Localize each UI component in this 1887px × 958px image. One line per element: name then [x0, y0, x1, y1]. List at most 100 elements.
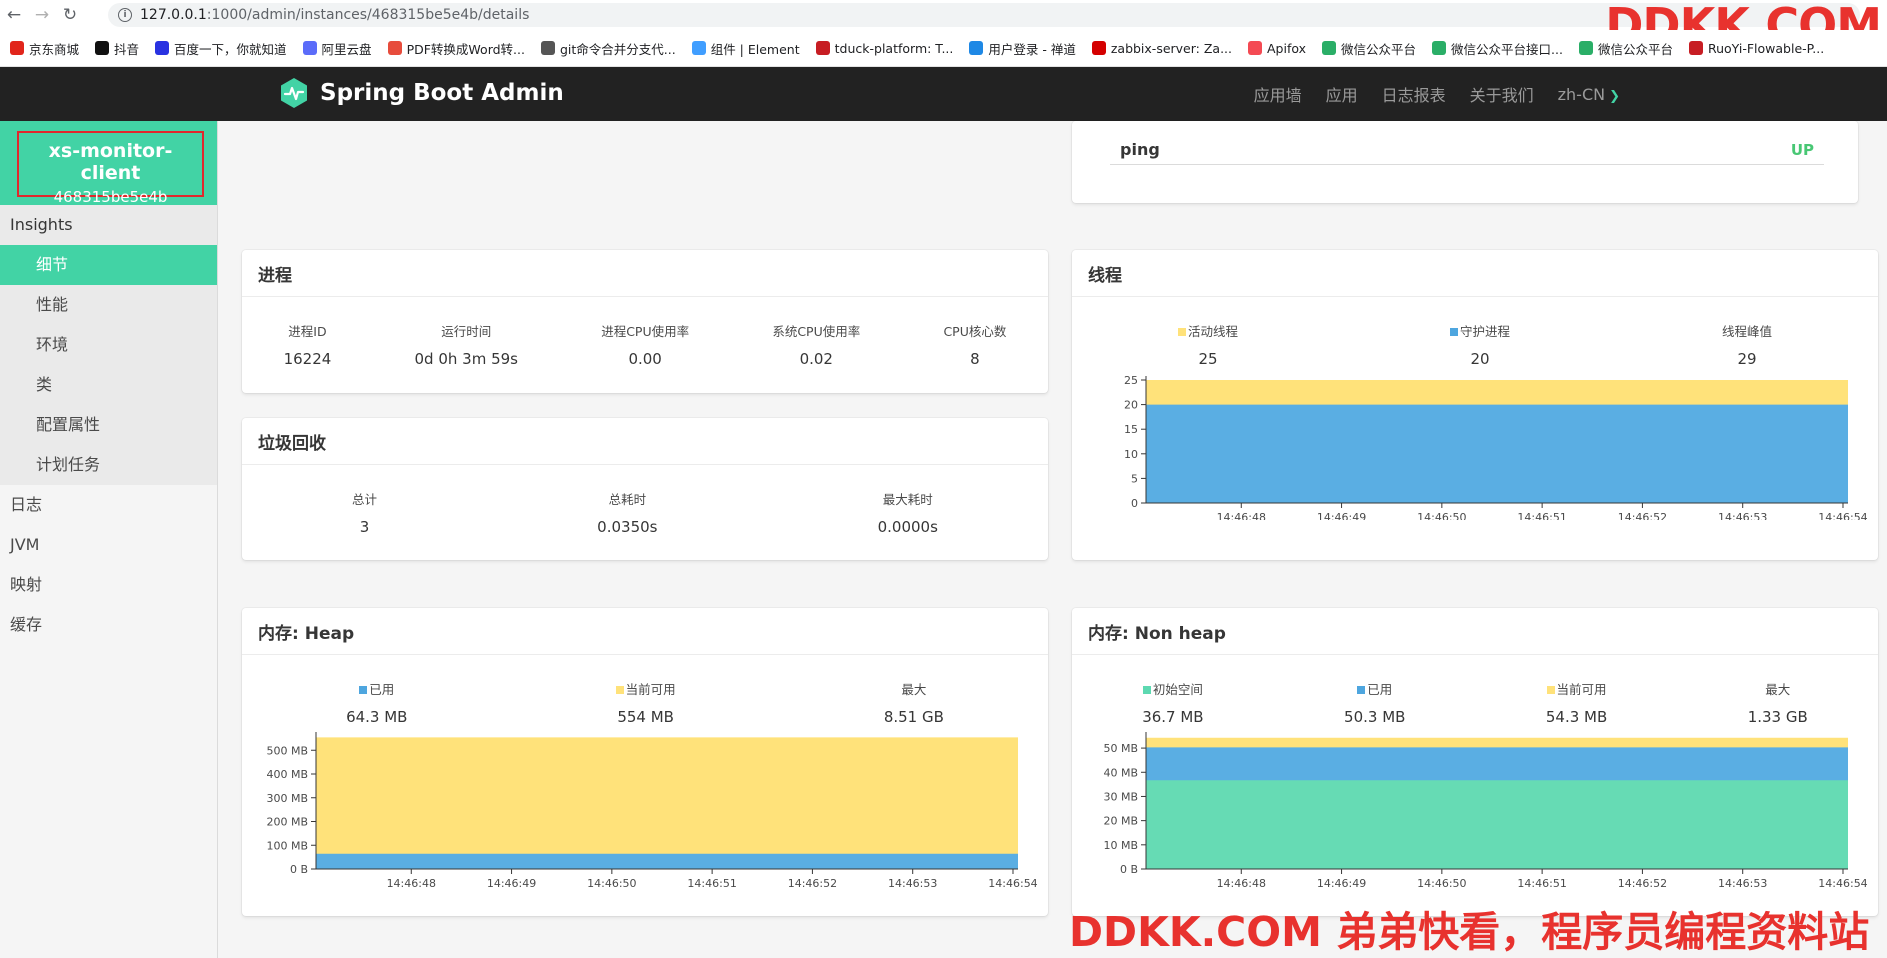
y-tick-label: 50 MB — [1103, 742, 1138, 755]
bookmark-item[interactable]: 抖音 — [95, 39, 139, 58]
sidebar-item-environment[interactable]: 环境 — [0, 325, 217, 365]
bookmark-item[interactable]: 微信公众平台 — [1578, 39, 1673, 58]
sidebar-item-beans[interactable]: 类 — [0, 365, 217, 405]
stat-value: 8 — [970, 350, 980, 368]
back-icon[interactable]: ← — [0, 0, 28, 30]
jd-icon — [10, 41, 24, 55]
bookmark-label: 微信公众平台 — [1341, 41, 1417, 57]
bookmark-item[interactable]: 京东商城 — [10, 39, 79, 58]
y-tick-label: 20 — [1124, 399, 1138, 412]
card-title: 进程 — [242, 250, 1048, 297]
stat-label: 最大 — [1765, 682, 1791, 697]
stat-peak-threads: 线程峰值 29 — [1722, 321, 1772, 368]
y-tick-label: 400 MB — [266, 768, 308, 781]
x-tick-label: 14:46:53 — [888, 877, 937, 890]
nav-about[interactable]: 关于我们 — [1470, 82, 1534, 106]
bookmark-item[interactable]: zabbix-server: Za... — [1091, 41, 1232, 56]
x-tick-label: 14:46:48 — [1217, 877, 1266, 890]
bookmark-item[interactable]: tduck-platform: T... — [815, 41, 953, 56]
gitee-icon — [1688, 41, 1703, 55]
sidebar-item-jvm[interactable]: JVM — [0, 525, 217, 565]
sidebar-item-caches[interactable]: 缓存 — [0, 605, 217, 645]
address-bar[interactable]: i 127.0.0.1:1000/admin/instances/468315b… — [108, 3, 1860, 27]
x-tick-label: 14:46:52 — [1618, 877, 1667, 890]
x-tick-label: 14:46:54 — [1818, 511, 1867, 520]
bookmark-item[interactable]: RuoYi-Flowable-P... — [1688, 41, 1824, 56]
health-name: ping — [1120, 140, 1160, 159]
brand[interactable]: Spring Boot Admin — [278, 77, 564, 109]
stat-label: 进程CPU使用率 — [601, 324, 690, 339]
sidebar-item-details[interactable]: 细节 — [0, 245, 217, 285]
stat-label: 活动线程 — [1187, 324, 1238, 339]
stat-uptime: 运行时间 0d 0h 3m 59s — [415, 321, 518, 368]
stat-label-wrap: 活动线程 — [1177, 321, 1238, 340]
stat-value: 1.33 GB — [1747, 708, 1808, 726]
y-tick-label: 15 — [1124, 423, 1138, 436]
nonheap-chart: 0 B 10 MB 20 MB 30 MB 40 MB 50 MB 14:46:48 14:4… — [1103, 732, 1868, 890]
threads-stats: 活动线程 25 守护进程 20 线程峰值 29 — [1072, 297, 1878, 368]
nav-wallboard[interactable]: 应用墙 — [1254, 82, 1302, 106]
stat-pid: 进程ID 16224 — [284, 321, 332, 368]
stat-value: 3 — [359, 518, 370, 536]
stat-value: 0d 0h 3m 59s — [414, 350, 518, 368]
bookmark-item[interactable]: git命令合并分支代... — [540, 39, 676, 58]
sidebar-item-scheduled-tasks[interactable]: 计划任务 — [0, 445, 217, 485]
bookmark-item[interactable]: 百度一下，你就知道 — [155, 39, 287, 58]
x-tick-label: 14:46:51 — [1517, 877, 1566, 890]
bookmark-item[interactable]: 组件 | Element — [691, 39, 800, 58]
y-tick-label: 500 MB — [266, 744, 308, 757]
process-card: 进程 进程ID 16224 运行时间 0d 0h 3m 59s 进程CPU使用率 0.… — [242, 250, 1048, 393]
stat-live-threads: 活动线程 25 — [1177, 321, 1238, 368]
nav-applications[interactable]: 应用 — [1326, 82, 1358, 106]
sidebar-item-configprops[interactable]: 配置属性 — [0, 405, 217, 445]
site-info-icon[interactable]: i — [118, 8, 132, 22]
bookmark-label: git命令合并分支代... — [559, 41, 676, 57]
y-tick-label: 10 MB — [1103, 839, 1138, 852]
bookmark-label: 组件 | Element — [710, 41, 800, 57]
stat-label: 已用 — [369, 682, 395, 697]
card-title: 垃圾回收 — [242, 418, 1048, 465]
instance-id: 468315be5e4b — [53, 188, 168, 206]
sidebar-section-insights[interactable]: Insights — [0, 205, 217, 245]
spring-boot-admin-logo-icon — [281, 78, 307, 108]
zabbix-icon — [1091, 41, 1106, 55]
bookmark-label: 微信公众平台 — [1597, 41, 1673, 57]
stat-label-wrap: 当前可用 — [1546, 679, 1607, 698]
y-tick-label: 200 MB — [266, 816, 308, 829]
y-tick-label: 300 MB — [266, 792, 308, 805]
x-tick-label: 14:46:54 — [988, 877, 1037, 890]
bookmarks-bar: 京东商城 抖音 百度一下，你就知道 阿里云盘 PDF转换成Word转... git命令合并… — [0, 30, 1887, 67]
bookmark-item[interactable]: PDF转换成Word转... — [387, 39, 525, 58]
reload-icon[interactable]: ↻ — [56, 0, 84, 30]
sidebar-item-metrics[interactable]: 性能 — [0, 285, 217, 325]
stat-label-wrap: 已用 — [346, 679, 407, 698]
nav-journal[interactable]: 日志报表 — [1382, 82, 1446, 106]
bookmark-item[interactable]: 阿里云盘 — [302, 39, 372, 58]
x-tick-label: 14:46:49 — [1317, 511, 1366, 520]
x-tick-label: 14:46:54 — [1818, 877, 1867, 890]
baidu-icon — [155, 41, 170, 55]
x-tick-label: 14:46:52 — [788, 877, 837, 890]
bookmark-item[interactable]: 用户登录 - 禅道 — [969, 39, 1076, 58]
wechat-icon — [1322, 41, 1337, 55]
sidebar-item-mappings[interactable]: 映射 — [0, 565, 217, 605]
bookmark-item[interactable]: Apifox — [1248, 41, 1306, 56]
stat-nonheap-used: 已用 50.3 MB — [1344, 679, 1405, 726]
bookmark-item[interactable]: 微信公众平台 — [1322, 39, 1416, 58]
language-selector[interactable]: zh-CN ❯ — [1558, 85, 1620, 104]
app-name: xs-monitor-client — [48, 140, 173, 184]
stat-value: 50.3 MB — [1344, 708, 1406, 726]
nonheap-stats: 初始空间 36.7 MB 已用 50.3 MB 当前可用 54.3 MB 最大 1.33… — [1072, 655, 1878, 726]
stat-label: 最大耗时 — [882, 492, 933, 507]
forward-icon[interactable]: → — [28, 0, 56, 30]
stat-label: 当前可用 — [625, 682, 676, 697]
x-tick-label: 14:46:51 — [687, 877, 736, 890]
stat-label: 守护进程 — [1459, 324, 1510, 339]
sidebar-item-logging[interactable]: 日志 — [0, 485, 217, 525]
bookmark-label: 京东商城 — [29, 41, 80, 57]
stat-label: 线程峰值 — [1721, 324, 1772, 339]
threads-chart: 0 5 10 15 20 25 14:46:48 14:46:49 14:46:50 14:46:… — [1124, 374, 1868, 520]
card-title: 内存: Heap — [242, 608, 1048, 655]
bookmark-label: Apifox — [1267, 40, 1307, 56]
bookmark-item[interactable]: 微信公众平台接口... — [1432, 39, 1563, 58]
